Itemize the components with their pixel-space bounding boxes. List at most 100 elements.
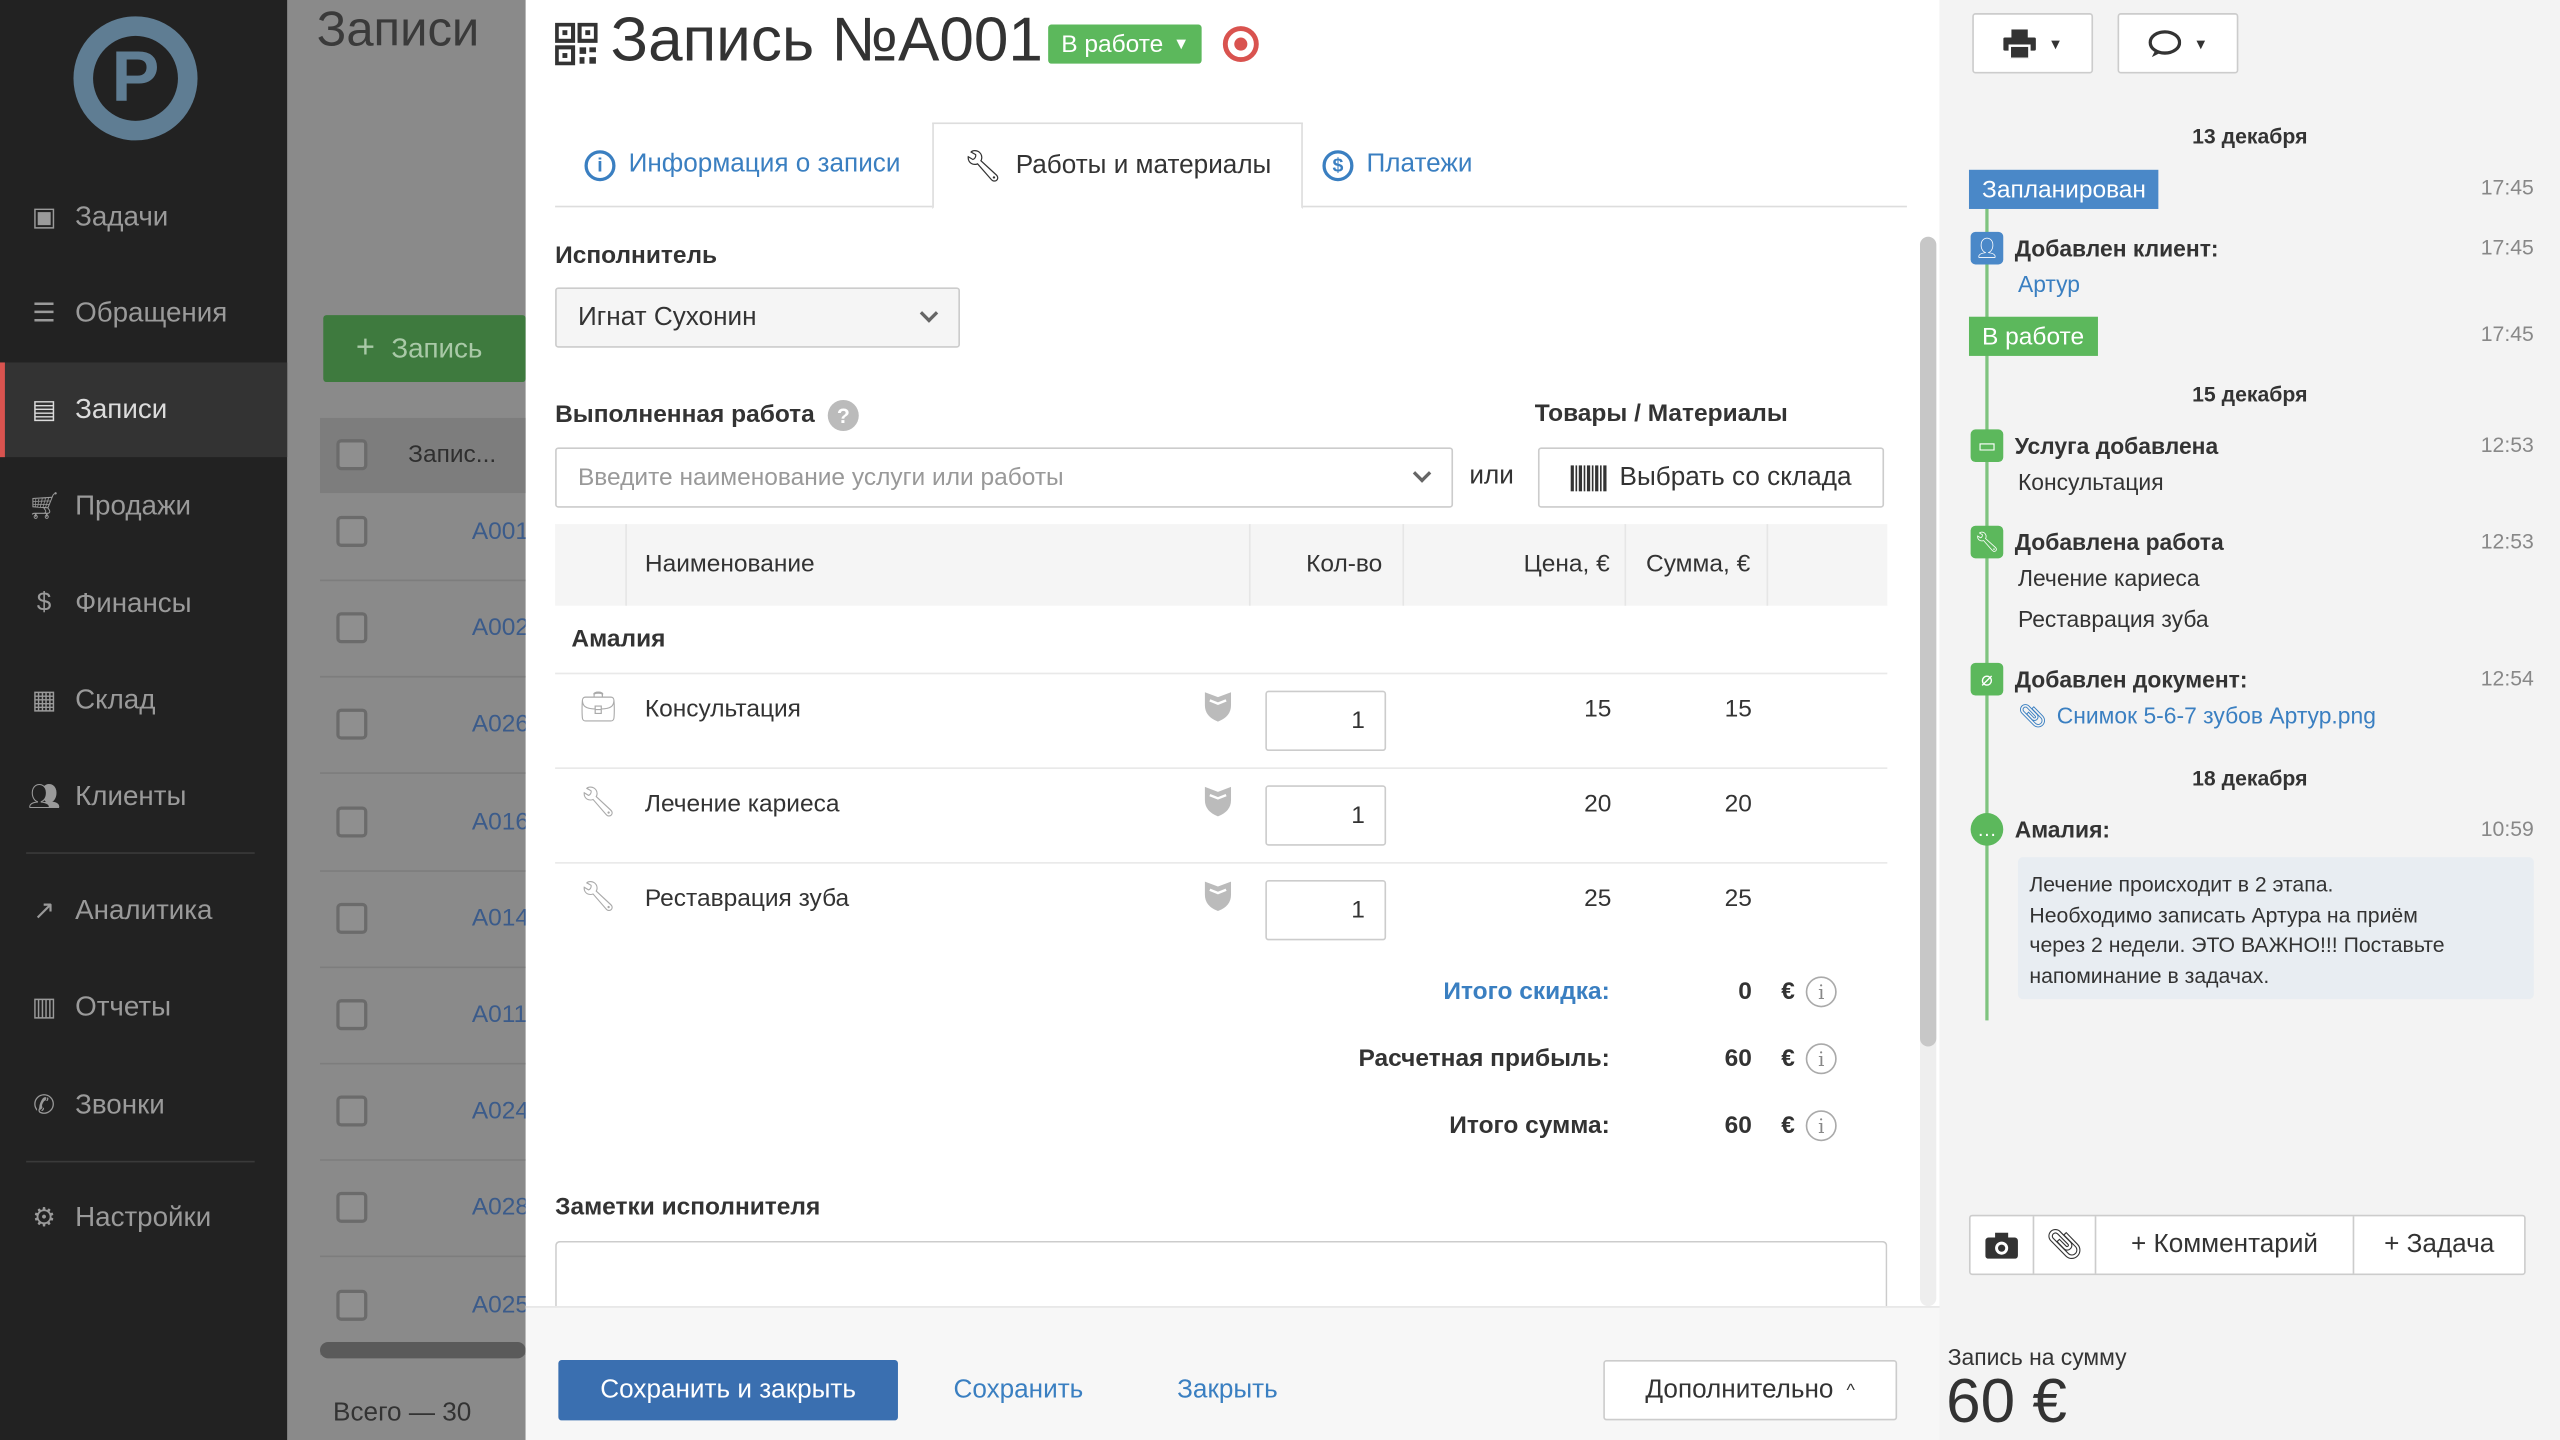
profit-label: Расчетная прибыль: — [1358, 1044, 1610, 1073]
warehouse-icon: ▦ — [31, 687, 57, 716]
more-button[interactable]: Дополнительно ^ — [1603, 1359, 1898, 1421]
funnel-icon: ☰ — [32, 300, 56, 329]
sidebar-item-tasks[interactable]: ▣ Задачи — [0, 170, 287, 265]
sidebar-item-sales[interactable]: 🛒︎ Продажи — [0, 459, 287, 554]
wrench-icon: 🔧︎ — [579, 879, 617, 913]
select-all-checkbox[interactable] — [336, 439, 368, 471]
record-id-link[interactable]: A016 — [472, 807, 529, 835]
records-list-background: Записи + Запись Запис... A001 A002 A026 A016… — [287, 0, 529, 1440]
add-record-button[interactable]: + Запись — [323, 315, 526, 383]
record-id-link[interactable]: A014 — [472, 904, 529, 932]
work-search-input[interactable]: Введите наименование услуги или работы — [555, 447, 1454, 508]
quantity-input[interactable]: 1 — [1265, 785, 1387, 846]
info-icon[interactable]: i — [1805, 1110, 1837, 1142]
record-id-link[interactable]: A002 — [472, 614, 529, 642]
sidebar-item-records[interactable]: ▤ Записи — [0, 362, 288, 458]
speech-bubble-icon — [2147, 29, 2181, 57]
print-dropdown[interactable]: ▼ — [1972, 13, 2094, 74]
logo[interactable]: P — [73, 16, 198, 141]
record-id-link[interactable]: A024 — [472, 1097, 529, 1125]
timestamp: 12:54 — [2480, 666, 2534, 691]
executor-select[interactable]: Игнат Сухонин — [555, 287, 960, 348]
item-name: Лечение кариеса — [644, 790, 840, 818]
help-icon[interactable]: ? — [827, 399, 859, 432]
row-checkbox[interactable] — [336, 515, 368, 547]
record-id-link[interactable]: A011 — [472, 1001, 527, 1029]
column-name: Наименование — [644, 550, 815, 578]
sidebar-item-clients[interactable]: 👥︎ Клиенты — [0, 749, 287, 844]
save-button[interactable]: Сохранить — [953, 1360, 1083, 1420]
status-dropdown[interactable]: В работе ▼ — [1048, 24, 1203, 64]
row-checkbox[interactable] — [336, 805, 368, 837]
record-id-link[interactable]: A026 — [472, 711, 529, 739]
row-checkbox[interactable] — [336, 1095, 368, 1127]
item-sum: 25 — [1724, 884, 1752, 913]
record-id-link[interactable]: A001 — [472, 518, 529, 546]
total-sum-label: Итого сумма: — [1449, 1111, 1610, 1140]
record-id-link[interactable]: A028 — [472, 1194, 529, 1222]
total-discount-label[interactable]: Итого скидка: — [1443, 978, 1609, 1006]
camera-button[interactable] — [1971, 1216, 2035, 1274]
column-header[interactable]: Запис... — [408, 441, 496, 469]
horizontal-scrollbar[interactable] — [319, 1342, 526, 1359]
item-name: Консультация — [644, 695, 801, 724]
scrollbar-thumb[interactable] — [1919, 236, 1937, 1047]
item-price: 20 — [1584, 790, 1612, 818]
row-checkbox[interactable] — [336, 709, 368, 741]
page-title: Запись №A001 — [610, 6, 1043, 76]
report-icon: ▥ — [31, 994, 57, 1023]
executor-label: Исполнитель — [555, 241, 718, 270]
attach-button[interactable]: 📎︎ — [2034, 1216, 2097, 1274]
discount-shield-icon[interactable] — [1203, 785, 1232, 818]
tab-payments[interactable]: $ Платежи — [1293, 122, 1502, 207]
message-dropdown[interactable]: ▼ — [2117, 13, 2239, 74]
quantity-input[interactable]: 1 — [1265, 690, 1387, 752]
cart-icon: 🛒︎ — [27, 493, 61, 521]
sidebar-item-calls[interactable]: ✆ Звонки — [0, 1058, 287, 1153]
sidebar-item-warehouse[interactable]: ▦ Склад — [0, 653, 287, 748]
row-checkbox[interactable] — [336, 1289, 368, 1321]
sidebar-item-analytics[interactable]: ↗ Аналитика — [0, 864, 287, 959]
sidebar-item-requests[interactable]: ☰ Обращения — [0, 266, 287, 361]
save-and-close-button[interactable]: Сохранить и закрыть — [558, 1359, 898, 1421]
qr-code-icon[interactable] — [555, 22, 598, 66]
info-icon[interactable]: i — [1805, 976, 1837, 1008]
item-sum: 20 — [1724, 790, 1752, 818]
row-checkbox[interactable] — [336, 999, 368, 1031]
printer-icon — [2002, 28, 2036, 58]
wrench-icon: 🔧︎ — [963, 149, 1003, 184]
add-comment-button[interactable]: + Комментарий — [2096, 1216, 2355, 1274]
add-task-button[interactable]: + Задача — [2354, 1216, 2524, 1273]
close-button[interactable]: Закрыть — [1177, 1360, 1278, 1420]
sidebar-item-settings[interactable]: ⚙ Настройки — [0, 1171, 287, 1266]
quantity-input[interactable]: 1 — [1265, 879, 1387, 941]
timeline-date: 18 декабря — [2192, 765, 2308, 791]
records-icon: ▤ — [31, 396, 57, 425]
timestamp: 12:53 — [2480, 432, 2534, 458]
row-checkbox[interactable] — [336, 1192, 368, 1224]
row-checkbox[interactable] — [336, 612, 368, 644]
timestamp: 10:59 — [2480, 816, 2534, 841]
client-link[interactable]: Артур — [2018, 271, 2080, 297]
task-icon: ▣ — [31, 204, 57, 232]
paperclip-icon: ⌀ — [1970, 662, 2004, 696]
timeline-event-title: Услуга добавлена — [2014, 432, 2219, 459]
tab-record-info[interactable]: i Информация о записи — [555, 122, 930, 207]
currency: € — [1781, 1044, 1795, 1073]
row-divider — [319, 676, 526, 678]
target-icon[interactable] — [1222, 26, 1259, 63]
record-id-link[interactable]: A025 — [472, 1291, 529, 1319]
row-checkbox[interactable] — [336, 902, 368, 934]
column-sum: Сумма, € — [1646, 550, 1751, 578]
item-price: 25 — [1584, 884, 1612, 913]
item-sum: 15 — [1724, 695, 1752, 724]
sidebar-item-reports[interactable]: ▥ Отчеты — [0, 960, 287, 1055]
document-link[interactable]: 📎︎ Снимок 5-6-7 зубов Артур.png — [2018, 702, 2376, 730]
pick-from-warehouse-button[interactable]: Выбрать со склада — [1537, 447, 1885, 508]
sidebar-item-finance[interactable]: $ Финансы — [0, 557, 287, 652]
discount-shield-icon[interactable] — [1203, 691, 1232, 724]
info-icon[interactable]: i — [1805, 1043, 1837, 1075]
discount-shield-icon[interactable] — [1203, 880, 1232, 913]
tab-works-materials[interactable]: 🔧︎ Работы и материалы — [932, 122, 1303, 209]
vertical-scrollbar[interactable] — [1919, 236, 1937, 1307]
